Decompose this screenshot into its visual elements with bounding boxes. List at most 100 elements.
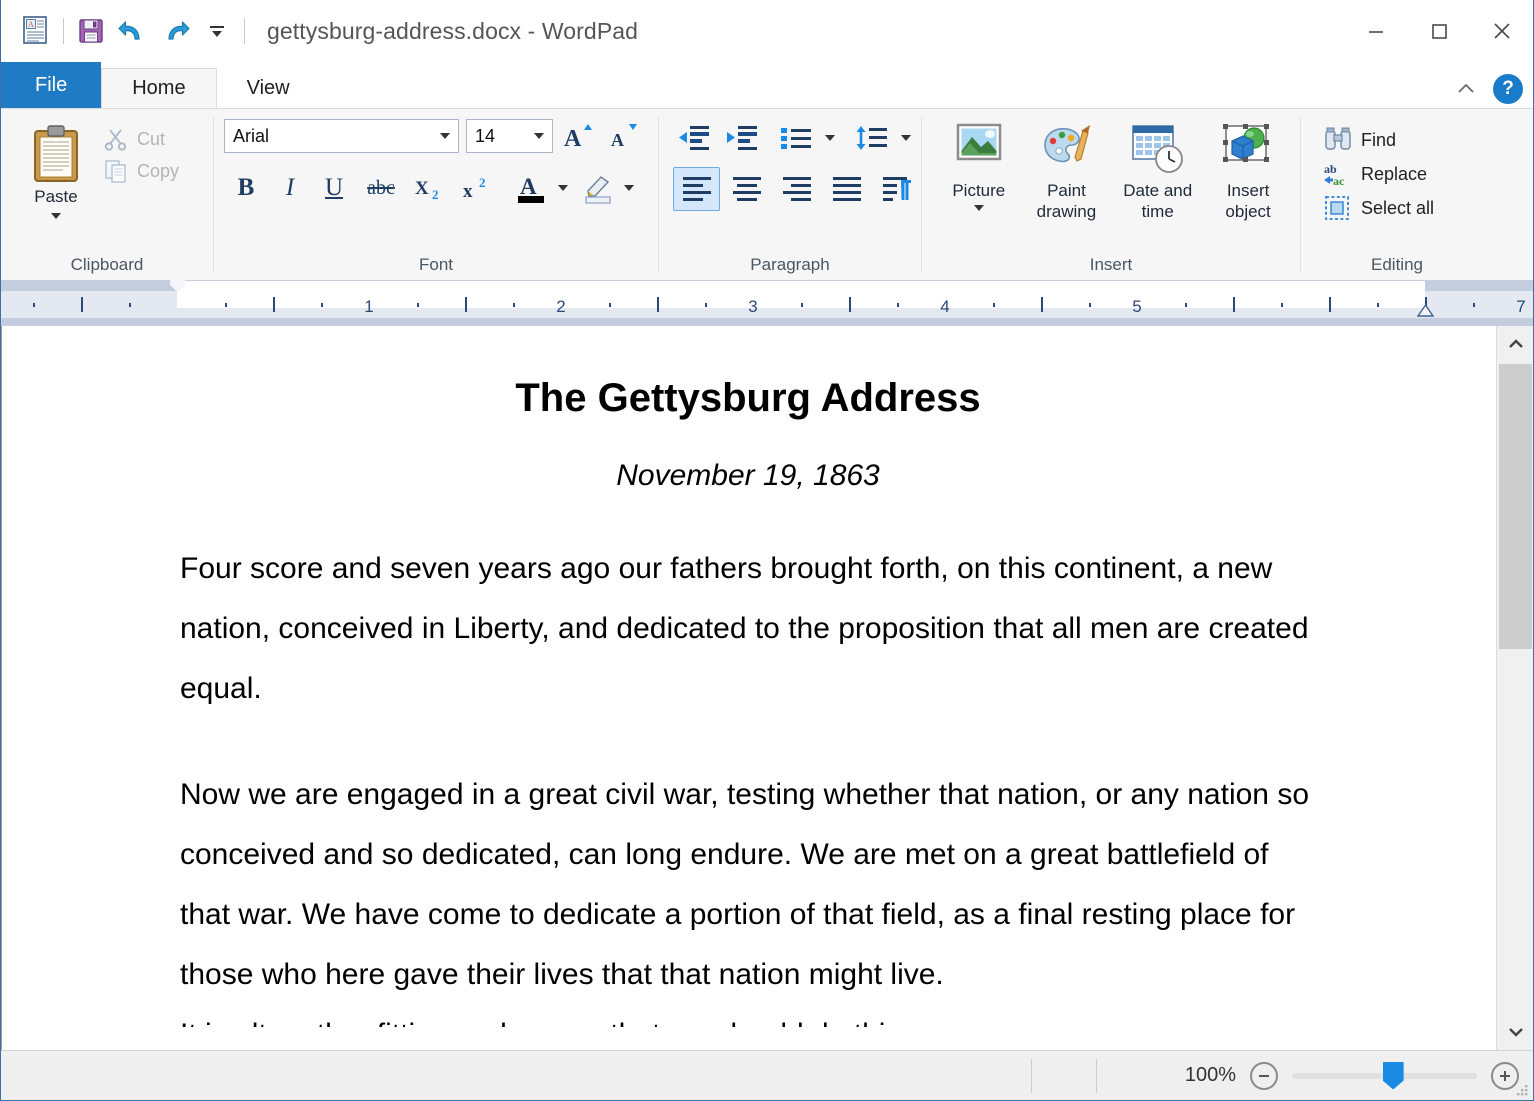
select-all-button[interactable]: Select all [1317, 191, 1440, 225]
font-group-label: Font [418, 255, 454, 274]
paragraph-group-label: Paragraph [750, 255, 830, 274]
replace-button[interactable]: ab ac Replace [1317, 157, 1433, 191]
wordpad-window: A gettysburg-address.docx - WordPad File… [0, 0, 1534, 1101]
cut-label: Cut [137, 128, 166, 149]
svg-text:2: 2 [432, 187, 439, 202]
line-spacing-button[interactable] [851, 121, 893, 155]
scrollbar-thumb[interactable] [1499, 364, 1532, 649]
document-date: November 19, 1863 [616, 459, 880, 492]
align-right-button[interactable] [773, 167, 820, 211]
strikethrough-button[interactable]: abc [358, 170, 404, 206]
line-spacing-dropdown-icon[interactable] [899, 123, 913, 153]
select-all-icon [1325, 196, 1349, 220]
right-indent-marker[interactable] [1417, 304, 1434, 318]
redo-icon[interactable] [154, 10, 196, 52]
picture-button[interactable]: Picture [936, 119, 1022, 218]
bullets-button[interactable] [775, 121, 817, 155]
paint-drawing-button[interactable]: Paint drawing [1024, 119, 1110, 225]
svg-text:A: A [611, 130, 624, 150]
qat-divider-2 [244, 18, 245, 44]
scroll-down-button[interactable] [1497, 1014, 1533, 1050]
quick-access-toolbar: A gettysburg-address.docx - WordPad [1, 0, 638, 62]
zoom-controls: 100% [1184, 1061, 1519, 1090]
document-paragraph-1: Four score and seven years ago our fathe… [180, 552, 1309, 705]
align-center-button[interactable] [723, 167, 770, 211]
cut-button[interactable]: Cut [97, 123, 185, 155]
document-content: The Gettysburg Address November 19, 1863… [2, 326, 1496, 1027]
document-area: The Gettysburg Address November 19, 1863… [1, 326, 1533, 1050]
font-family-combobox[interactable]: Arial [224, 119, 459, 153]
insert-object-button[interactable]: Insert object [1206, 119, 1290, 225]
wordpad-app-icon[interactable]: A [15, 10, 57, 52]
superscript-button[interactable]: x 2 [456, 170, 500, 206]
ruler-number: 4 [940, 297, 950, 316]
italic-label: I [285, 174, 295, 201]
left-indent-marker[interactable] [169, 279, 186, 293]
tab-file[interactable]: File [1, 62, 102, 108]
vertical-scrollbar[interactable] [1496, 326, 1533, 1050]
collapse-ribbon-icon[interactable] [1453, 76, 1479, 102]
insert-group-label: Insert [1089, 255, 1133, 274]
date-and-time-button[interactable]: Date and time [1111, 119, 1204, 225]
bold-button[interactable]: B [226, 170, 266, 206]
grow-font-button[interactable]: A [560, 119, 598, 153]
font-size-combobox[interactable]: 14 [466, 119, 553, 153]
replace-label: Replace [1361, 163, 1428, 184]
paragraph-settings-button[interactable] [873, 167, 920, 211]
highlight-dropdown-icon[interactable] [622, 173, 636, 203]
increase-indent-button[interactable] [721, 121, 763, 155]
document-page[interactable]: The Gettysburg Address November 19, 1863… [1, 326, 1496, 1050]
status-bar: 100% [1, 1050, 1533, 1100]
decrease-indent-button[interactable] [673, 121, 715, 155]
font-family-value: Arial [233, 125, 270, 146]
zoom-slider-thumb[interactable] [1382, 1061, 1404, 1090]
zoom-out-button[interactable] [1250, 1061, 1278, 1090]
paste-label: Paste [34, 187, 78, 206]
zoom-slider[interactable] [1292, 1061, 1477, 1090]
tab-home[interactable]: Home [101, 68, 217, 108]
justify-button[interactable] [823, 167, 870, 211]
undo-icon[interactable] [112, 10, 154, 52]
scroll-up-button[interactable] [1497, 326, 1533, 362]
maximize-button[interactable] [1407, 0, 1470, 62]
ruler-number: 3 [748, 297, 758, 316]
align-left-button[interactable] [673, 167, 720, 211]
text-color-dropdown-icon[interactable] [556, 173, 570, 203]
document-paragraph-2: Now we are engaged in a great civil war,… [180, 778, 1309, 991]
text-color-button[interactable]: A [512, 169, 552, 207]
date-and-time-label-1: Date and [1123, 181, 1193, 200]
find-label: Find [1361, 129, 1397, 150]
svg-text:x: x [463, 181, 473, 202]
minimize-button[interactable] [1344, 0, 1407, 62]
bullets-dropdown-icon[interactable] [823, 123, 837, 153]
date-and-time-label-2: time [1141, 201, 1174, 221]
customize-qat-icon[interactable] [196, 10, 238, 52]
ribbon-group-insert: Picture Paint drawing Date and time Inse… [922, 109, 1300, 280]
italic-button[interactable]: I [270, 170, 310, 206]
shrink-font-button[interactable]: A [605, 119, 643, 153]
svg-text:A: A [520, 174, 537, 199]
picture-label: Picture [952, 181, 1006, 200]
editing-group-label: Editing [1371, 255, 1423, 274]
highlight-color-button[interactable] [578, 169, 618, 207]
font-family-dropdown-icon [436, 131, 454, 141]
paint-drawing-label-1: Paint [1047, 181, 1086, 200]
subscript-button[interactable]: X 2 [408, 170, 452, 206]
underline-button[interactable]: U [314, 170, 354, 206]
paste-button[interactable]: Paste [19, 119, 93, 226]
copy-button[interactable]: Copy [97, 155, 185, 187]
svg-text:ac: ac [1333, 174, 1345, 188]
save-icon[interactable] [70, 10, 112, 52]
resize-grip[interactable] [1515, 1083, 1529, 1097]
zoom-percent-label: 100% [1184, 1064, 1236, 1086]
ruler[interactable]: 1 2 3 4 5 7 [1, 279, 1533, 326]
help-button[interactable]: ? [1493, 74, 1523, 104]
tab-view[interactable]: View [217, 68, 320, 108]
find-button[interactable]: Find [1317, 123, 1402, 157]
ribbon-group-font: Arial 14 A A B I U abc X 2 x 2 A Font [214, 109, 658, 280]
scissors-icon [104, 129, 127, 151]
select-all-label: Select all [1361, 197, 1435, 218]
ruler-number: 7 [1516, 297, 1526, 316]
status-divider-2 [1096, 1058, 1097, 1093]
close-button[interactable] [1470, 0, 1533, 62]
